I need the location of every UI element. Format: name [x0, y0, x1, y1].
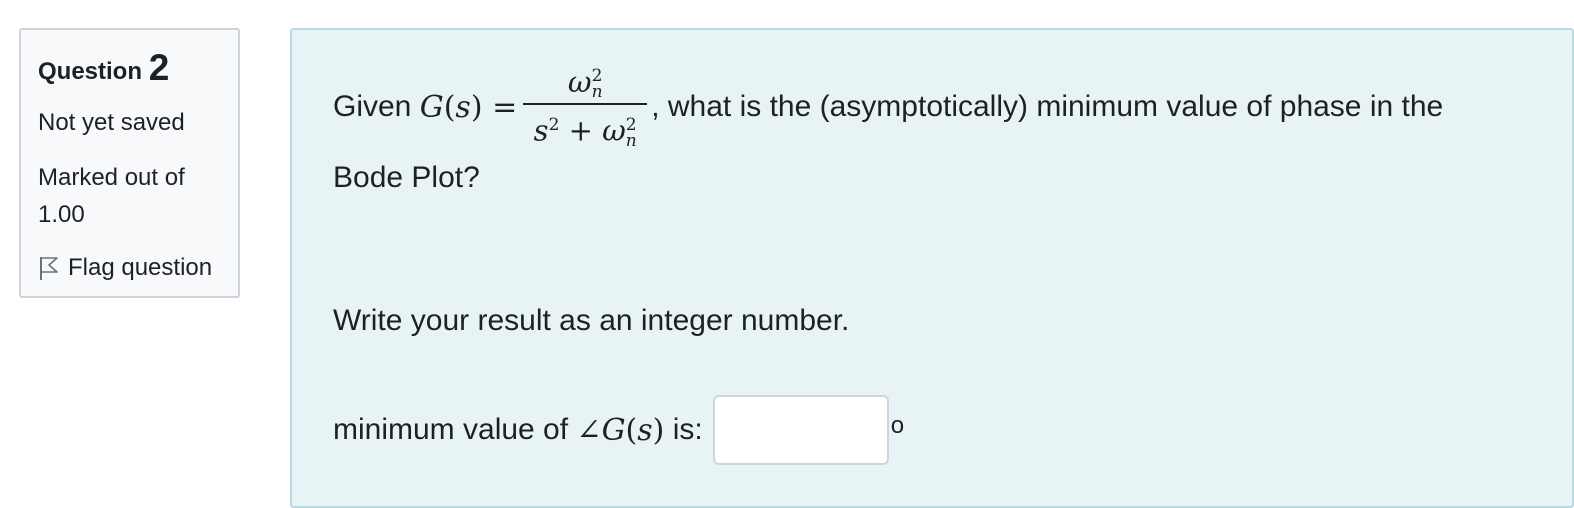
degree-unit: o	[890, 412, 905, 439]
math-lparen: (	[443, 89, 456, 125]
question-number: 2	[148, 47, 170, 88]
den-sub: n	[625, 130, 637, 151]
fraction-denominator: s2 + ω2n	[533, 105, 637, 151]
answer-G: G	[601, 412, 626, 448]
answer-prefix: minimum value of	[333, 413, 569, 446]
answer-row: minimum value of ∠G(s) is: o	[333, 395, 904, 465]
math-G: G	[419, 89, 444, 125]
den-s: s	[533, 113, 549, 148]
question-line-1: Given G(s) = ω2n s2 + ω2n , what is the …	[333, 65, 1563, 151]
num-omega: ω	[567, 65, 592, 100]
grade-label: Marked out of	[38, 164, 185, 191]
answer-rparen: )	[652, 412, 665, 448]
math-equals: =	[492, 89, 518, 125]
math-rparen: )	[470, 89, 483, 125]
angle-symbol: ∠	[576, 412, 602, 448]
question-heading: Question 2	[38, 48, 238, 92]
answer-input[interactable]	[712, 395, 889, 465]
question-text: Given G(s) = ω2n s2 + ω2n , what is the …	[333, 65, 1563, 337]
den-plus: +	[568, 113, 593, 148]
grade-value: 1.00	[38, 201, 85, 228]
answer-s: s	[637, 412, 653, 448]
flag-label: Flag question	[68, 254, 213, 281]
question-state: Not yet saved	[38, 109, 185, 136]
den-omega: ω	[602, 113, 626, 148]
question-content: Given G(s) = ω2n s2 + ω2n , what is the …	[290, 28, 1574, 508]
question-instruction: Write your result as an integer number.	[333, 304, 850, 337]
math-lhs: G(s) =	[420, 90, 518, 125]
flag-icon	[40, 257, 58, 280]
question-info-panel: Question 2 Not yet saved Marked out of 1…	[19, 28, 240, 298]
math-s: s	[455, 89, 471, 125]
num-sub: n	[591, 82, 603, 103]
question-line-2: Bode Plot?	[333, 161, 480, 194]
question-grade: Marked out of 1.00	[38, 159, 238, 233]
answer-math: ∠G(s)	[576, 413, 664, 448]
question-continuation: , what is the (asymptotically) minimum v…	[651, 90, 1444, 123]
flag-question-button[interactable]: Flag question	[38, 251, 238, 285]
answer-suffix: is:	[672, 413, 703, 446]
transfer-function-fraction: ω2n s2 + ω2n	[523, 65, 648, 151]
den-s-exp: 2	[548, 115, 560, 136]
fraction-numerator: ω2n	[568, 65, 603, 103]
question-label: Question	[38, 58, 143, 85]
given-text: Given	[333, 90, 412, 123]
answer-lparen: (	[625, 412, 638, 448]
